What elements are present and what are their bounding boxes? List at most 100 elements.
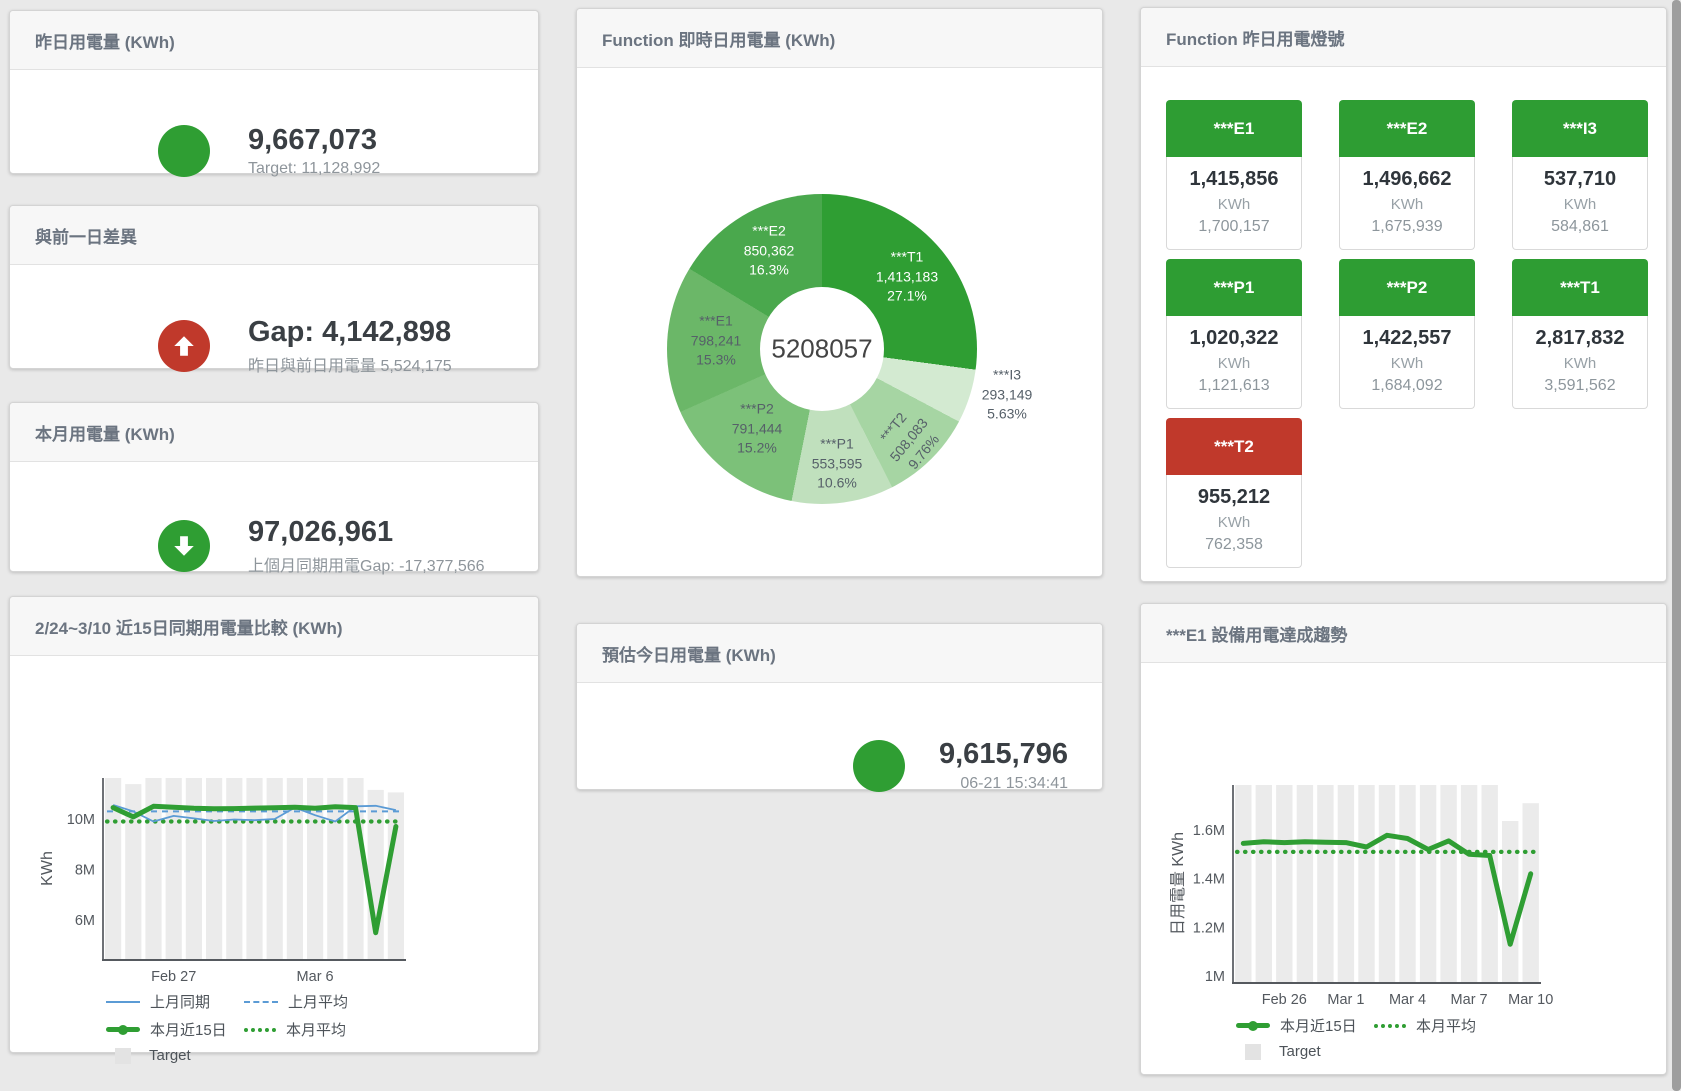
svg-text:Mar 1: Mar 1: [1327, 992, 1364, 1008]
donut-slice-label-I3: ***I3293,1495.63%: [982, 366, 1033, 425]
donut-slice-label-P2: ***P2791,44415.2%: [732, 400, 783, 459]
legend-item[interactable]: 上月同期: [106, 991, 236, 1012]
chart-legend: 本月近15日本月平均 Target: [1236, 1015, 1512, 1060]
card-yesterday-usage: 昨日用電量 (KWh) 9,667,073 Target: 11,128,992: [9, 10, 539, 174]
light-tile-T1: ***T12,817,832KWh3,591,562: [1512, 259, 1648, 409]
svg-text:KWh: KWh: [39, 851, 56, 886]
tile-value: 537,710: [1513, 167, 1647, 191]
donut-slice-label-P1: ***P1553,59510.6%: [812, 435, 863, 494]
legend-label: 上月同期: [150, 991, 210, 1012]
arrow-up-icon: [171, 333, 197, 359]
legend-item[interactable]: 本月近15日: [1236, 1015, 1366, 1036]
tile-target: 584,861: [1513, 217, 1647, 237]
legend-item[interactable]: Target: [106, 1047, 236, 1064]
chart-body: 1M1.2M1.4M1.6MFeb 26Mar 1Mar 4Mar 7Mar 1…: [1141, 663, 1666, 1075]
legend-swatch-box-gray: [1245, 1044, 1261, 1060]
stat-subtext: 昨日與前日用電量 5,524,175: [248, 352, 452, 376]
legend-item[interactable]: 本月平均: [1374, 1015, 1504, 1036]
stat-value: 9,615,796: [939, 738, 1068, 771]
legend-swatch-dot-green: [244, 1028, 276, 1032]
stat-subtext: 上個月同期用電Gap: -17,377,566: [248, 552, 485, 576]
svg-text:1M: 1M: [1205, 969, 1225, 985]
panel-title: Function 昨日用電燈號: [1166, 25, 1344, 50]
tile-body: 1,422,557KWh1,684,092: [1339, 316, 1475, 409]
status-circle-green: [158, 125, 210, 177]
tile-body: 1,496,662KWh1,675,939: [1339, 157, 1475, 250]
light-tile-T2: ***T2955,212KWh762,358: [1166, 418, 1302, 568]
stat-value: Gap: 4,142,898: [248, 316, 452, 349]
legend-swatch-line-blue: [106, 1001, 140, 1003]
donut-slice-label-T1: ***T11,413,18327.1%: [876, 248, 938, 307]
stat-value: 97,026,961: [248, 516, 485, 549]
panel-header: ***E1 設備用電達成趨勢: [1141, 604, 1666, 663]
arrow-down-icon: [171, 533, 197, 559]
legend-item[interactable]: 上月平均: [244, 991, 374, 1012]
tile-body: 1,020,322KWh1,121,613: [1166, 316, 1302, 409]
tile-label: ***E1: [1166, 100, 1302, 157]
panel-header: Function 即時日用電量 (KWh): [577, 9, 1102, 68]
panel-title: 昨日用電量 (KWh): [35, 28, 175, 53]
tile-label: ***E2: [1339, 100, 1475, 157]
light-tile-I3: ***I3537,710KWh584,861: [1512, 100, 1648, 250]
chart-legend: 上月同期 上月平均本月近15日 本月平均 Target: [106, 991, 382, 1064]
tile-target: 1,121,613: [1167, 376, 1301, 396]
panel-title: 本月用電量 (KWh): [35, 420, 175, 445]
light-tile-P2: ***P21,422,557KWh1,684,092: [1339, 259, 1475, 409]
panel-header: Function 昨日用電燈號: [1141, 8, 1666, 67]
legend-swatch-thick-green: [1236, 1023, 1270, 1028]
tile-body: 2,817,832KWh3,591,562: [1512, 316, 1648, 409]
status-circle-green: [853, 740, 905, 792]
panel-title: 預估今日用電量 (KWh): [602, 641, 776, 666]
tile-target: 1,684,092: [1340, 376, 1474, 396]
svg-text:1.6M: 1.6M: [1193, 823, 1225, 839]
tile-body: 955,212KWh762,358: [1166, 475, 1302, 568]
tile-unit: KWh: [1513, 195, 1647, 214]
legend-label: 本月平均: [286, 1019, 346, 1040]
tile-body: 1,415,856KWh1,700,157: [1166, 157, 1302, 250]
tile-target: 1,675,939: [1340, 217, 1474, 237]
tile-unit: KWh: [1340, 195, 1474, 214]
card-month-usage: 本月用電量 (KWh) 97,026,961 上個月同期用電Gap: -17,3…: [9, 402, 539, 572]
tile-unit: KWh: [1167, 195, 1301, 214]
svg-text:1.2M: 1.2M: [1193, 920, 1225, 936]
svg-text:Mar 7: Mar 7: [1451, 992, 1488, 1008]
panel-header: 預估今日用電量 (KWh): [577, 624, 1102, 683]
tile-unit: KWh: [1167, 513, 1301, 532]
chart-body: 6M8M10MFeb 27Mar 6KWh 上月同期上月平均本月近15日本月平均…: [10, 656, 538, 1053]
trend-chart[interactable]: 1M1.2M1.4M1.6MFeb 26Mar 1Mar 4Mar 7Mar 1…: [1161, 779, 1553, 1012]
svg-text:日用電量 KWh: 日用電量 KWh: [1170, 832, 1187, 935]
tile-value: 1,415,856: [1167, 167, 1301, 191]
vertical-scrollbar[interactable]: [1672, 0, 1681, 1091]
light-tile-P1: ***P11,020,322KWh1,121,613: [1166, 259, 1302, 409]
legend-item[interactable]: 本月平均: [244, 1019, 374, 1040]
donut-center-total: 5208057: [771, 334, 872, 365]
panel-header: 本月用電量 (KWh): [10, 403, 538, 462]
legend-label: Target: [149, 1047, 191, 1064]
status-circle-green: [158, 520, 210, 572]
svg-text:Mar 4: Mar 4: [1389, 992, 1426, 1008]
card-realtime-donut: Function 即時日用電量 (KWh) 5208057 ***T11,413…: [576, 8, 1103, 577]
legend-swatch-dot-green: [1374, 1024, 1406, 1028]
legend-label: 本月近15日: [1280, 1015, 1357, 1036]
tile-target: 3,591,562: [1513, 376, 1647, 396]
light-tile-E2: ***E21,496,662KWh1,675,939: [1339, 100, 1475, 250]
card-yesterday-lights: Function 昨日用電燈號 ***E11,415,856KWh1,700,1…: [1140, 7, 1667, 582]
tile-unit: KWh: [1513, 354, 1647, 373]
svg-text:6M: 6M: [75, 913, 95, 929]
legend-item[interactable]: 本月近15日: [106, 1019, 236, 1040]
tile-unit: KWh: [1167, 354, 1301, 373]
tile-label: ***P2: [1339, 259, 1475, 316]
tile-body: 537,710 KWh 584,861: [1512, 157, 1648, 250]
tile-label: ***T1: [1512, 259, 1648, 316]
panel-title: 2/24~3/10 近15日同期用電量比較 (KWh): [35, 614, 343, 639]
legend-label: Target: [1279, 1043, 1321, 1060]
donut-chart-area: 5208057 ***T11,413,18327.1% ***I3293,1495…: [577, 68, 1102, 577]
comparison-chart[interactable]: 6M8M10MFeb 27Mar 6KWh: [35, 772, 416, 989]
panel-title: ***E1 設備用電達成趨勢: [1166, 621, 1347, 646]
light-tiles-grid: ***E11,415,856KWh1,700,157***E21,496,662…: [1141, 67, 1666, 568]
tile-label: ***P1: [1166, 259, 1302, 316]
tile-value: 955,212: [1167, 485, 1301, 509]
legend-item[interactable]: Target: [1236, 1043, 1366, 1060]
svg-text:8M: 8M: [75, 863, 95, 879]
panel-header: 昨日用電量 (KWh): [10, 11, 538, 70]
